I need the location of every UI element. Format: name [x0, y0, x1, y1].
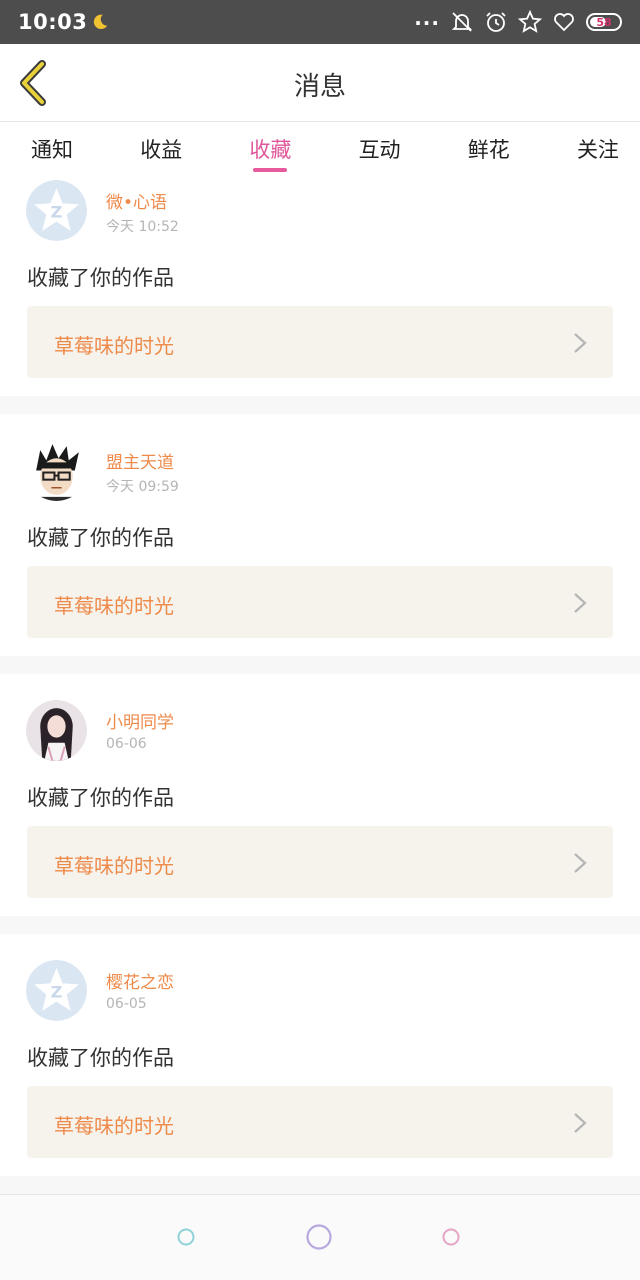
tab-earnings[interactable]: 收益	[131, 122, 191, 174]
mute-bell-icon	[451, 12, 473, 32]
svg-text:Z: Z	[51, 203, 63, 222]
status-time: 10:03	[18, 10, 88, 34]
tab-bar: 通知 收益 收藏 互动 鲜花 关注	[0, 122, 640, 174]
photo-avatar-icon[interactable]	[26, 700, 87, 761]
work-link[interactable]: 草莓味的时光	[27, 306, 613, 378]
tab-label: 关注	[576, 138, 619, 162]
tab-label: 鲜花	[467, 138, 510, 162]
heart-icon	[554, 13, 574, 32]
work-title: 草莓味的时光	[54, 594, 174, 618]
timestamp: 06-05	[106, 996, 147, 1012]
tab-flowers[interactable]: 鲜花	[459, 122, 519, 174]
timestamp: 今天 09:59	[106, 479, 179, 495]
work-link[interactable]: 草莓味的时光	[27, 566, 613, 638]
tab-label: 互动	[358, 138, 401, 162]
recents-nav-button[interactable]	[441, 1227, 461, 1247]
tab-notifications[interactable]: 通知	[22, 122, 82, 174]
page-title: 消息	[293, 72, 346, 102]
work-link[interactable]: 草莓味的时光	[27, 1086, 613, 1158]
chevron-right-icon	[574, 853, 587, 873]
work-title: 草莓味的时光	[54, 334, 174, 358]
divider	[0, 396, 640, 414]
message-card: Z 微•心语 今天 10:52 收藏了你的作品 草莓味的时光	[0, 174, 640, 434]
default-star-avatar-icon[interactable]: Z	[26, 180, 87, 241]
work-title: 草莓味的时光	[54, 854, 174, 878]
tab-label: 通知	[31, 138, 73, 162]
alarm-icon	[486, 12, 506, 32]
back-nav-button[interactable]	[176, 1227, 196, 1247]
active-tab-indicator	[253, 168, 288, 172]
moon-icon	[94, 14, 108, 30]
tab-favorites[interactable]: 收藏	[240, 122, 300, 174]
timestamp: 今天 10:52	[106, 219, 179, 235]
chevron-right-icon	[574, 333, 587, 353]
more-dots-icon: ...	[414, 6, 440, 30]
action-text: 收藏了你的作品	[27, 786, 174, 810]
default-star-avatar-icon[interactable]: Z	[26, 960, 87, 1021]
status-right: ... 58	[414, 6, 622, 34]
tab-following[interactable]: 关注	[568, 122, 628, 174]
divider	[0, 1176, 640, 1194]
home-nav-button[interactable]	[305, 1223, 333, 1251]
message-card: 小明同学 06-06 收藏了你的作品 草莓味的时光	[0, 694, 640, 954]
chevron-right-icon	[574, 593, 587, 613]
message-card: Z 樱花之恋 06-05 收藏了你的作品 草莓味的时光	[0, 954, 640, 1214]
username[interactable]: 微•心语	[106, 188, 167, 213]
system-nav-bar	[0, 1194, 640, 1280]
work-title: 草莓味的时光	[54, 1114, 174, 1138]
username[interactable]: 樱花之恋	[106, 968, 174, 993]
action-text: 收藏了你的作品	[27, 526, 174, 550]
battery-icon: 58	[586, 13, 622, 31]
divider	[0, 916, 640, 934]
chevron-right-icon	[574, 1113, 587, 1133]
tab-label: 收益	[140, 138, 183, 162]
status-left: 10:03	[18, 10, 109, 34]
work-link[interactable]: 草莓味的时光	[27, 826, 613, 898]
username[interactable]: 盟主天道	[106, 448, 174, 473]
message-card: 盟主天道 今天 09:59 收藏了你的作品 草莓味的时光	[0, 434, 640, 694]
action-text: 收藏了你的作品	[27, 1046, 174, 1070]
anime-avatar-icon[interactable]	[26, 440, 87, 501]
status-bar: 10:03 ... 58	[0, 0, 640, 44]
nav-bar: 消息	[0, 44, 640, 122]
star-icon	[518, 10, 542, 33]
tab-label: 收藏	[249, 138, 292, 162]
tab-interactions[interactable]: 互动	[350, 122, 410, 174]
timestamp: 06-06	[106, 736, 147, 752]
divider	[0, 656, 640, 674]
username[interactable]: 小明同学	[106, 708, 174, 733]
action-text: 收藏了你的作品	[27, 266, 174, 290]
battery-level: 58	[596, 15, 612, 29]
svg-text:Z: Z	[51, 983, 63, 1002]
